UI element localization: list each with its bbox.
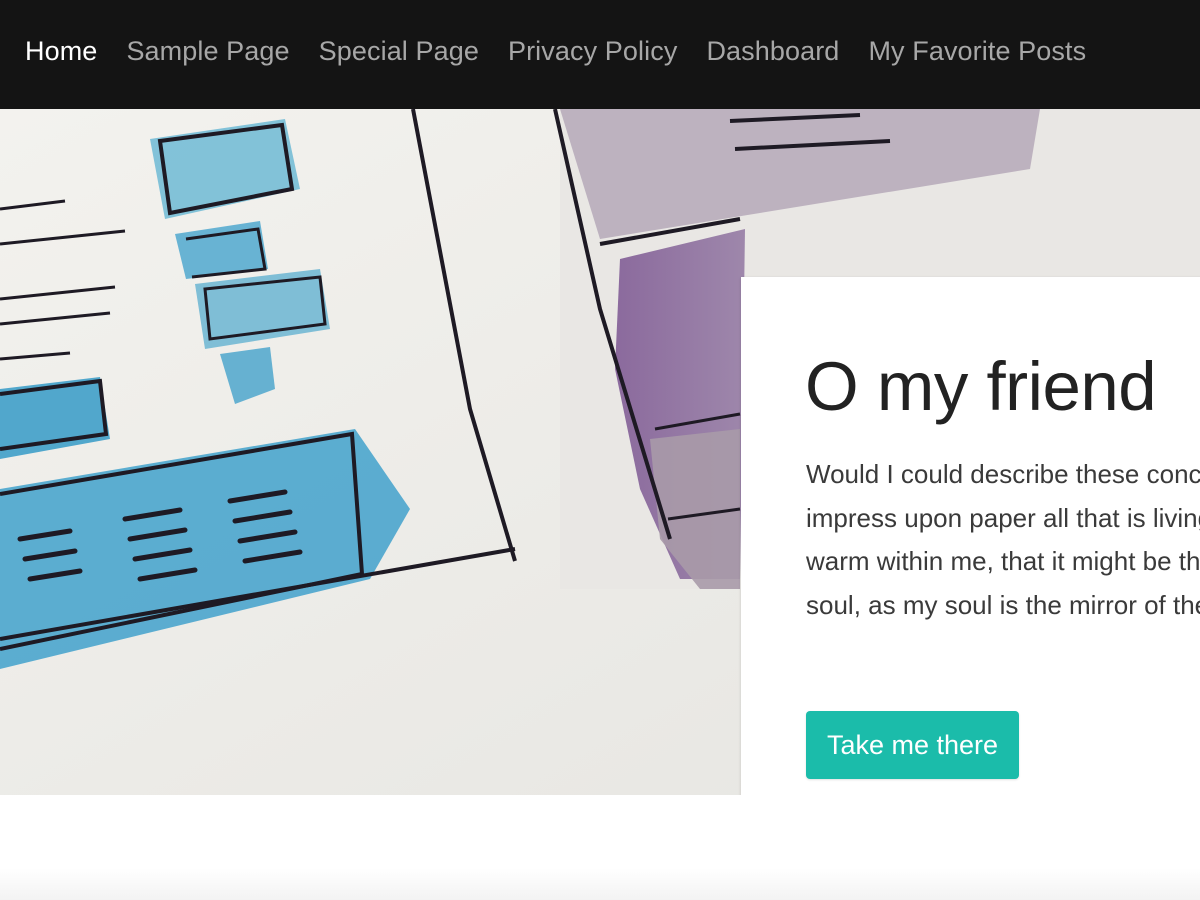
main-navigation: Home Sample Page Special Page Privacy Po… (0, 0, 1200, 109)
nav-item-home[interactable]: Home (25, 33, 97, 69)
nav-item-my-favorite-posts[interactable]: My Favorite Posts (868, 33, 1086, 69)
nav-item-dashboard[interactable]: Dashboard (706, 33, 839, 69)
hero-section: O my friend Would I could describe these… (0, 109, 1200, 795)
hero-title: O my friend (805, 348, 1157, 425)
hero-card: O my friend Would I could describe these… (741, 277, 1200, 795)
nav-item-special-page[interactable]: Special Page (319, 33, 479, 69)
nav-item-sample-page[interactable]: Sample Page (126, 33, 289, 69)
hero-body-text: Would I could describe these conceptions… (806, 459, 1200, 620)
nav-item-privacy-policy[interactable]: Privacy Policy (508, 33, 677, 69)
take-me-there-button[interactable]: Take me there (806, 711, 1019, 779)
content-area (0, 795, 1200, 900)
nav-menu: Home Sample Page Special Page Privacy Po… (25, 33, 1086, 69)
